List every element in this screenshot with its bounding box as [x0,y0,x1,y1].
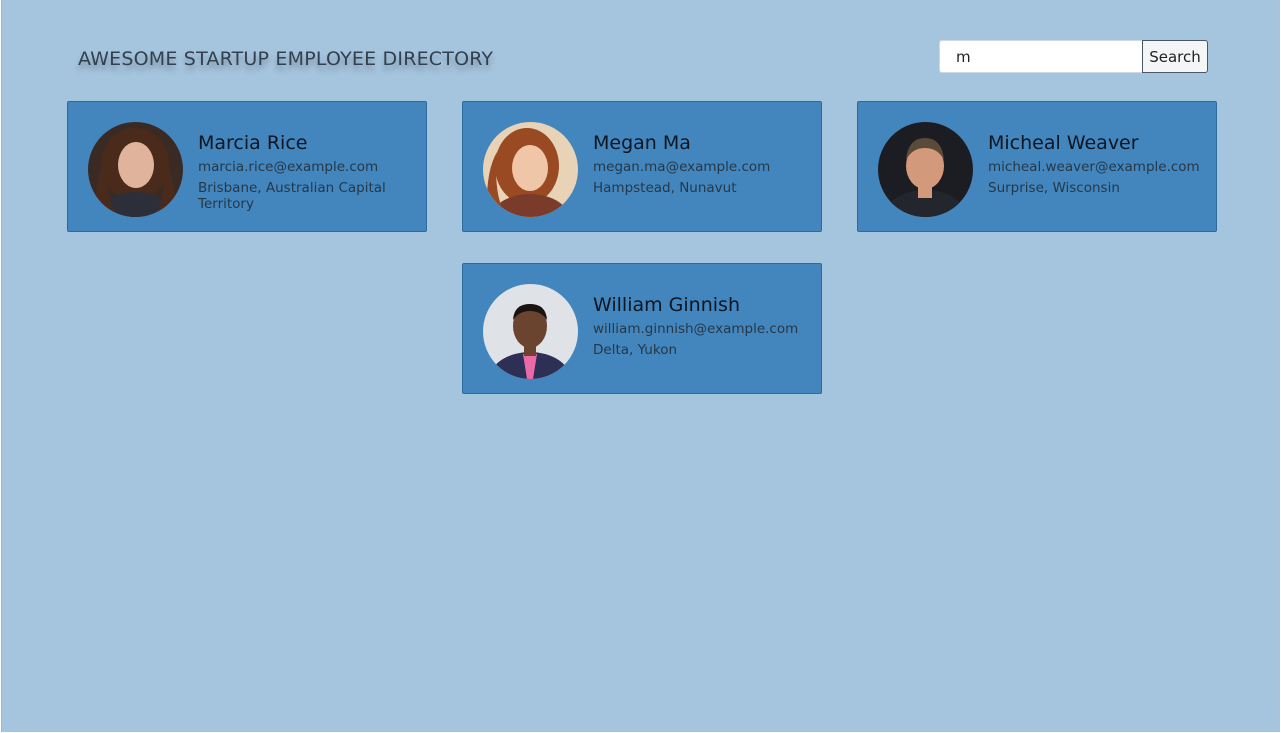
employee-info: William Ginnish william.ginnish@example.… [593,293,818,358]
employee-card[interactable]: Micheal Weaver micheal.weaver@example.co… [857,101,1217,232]
employee-avatar [88,122,183,217]
employee-location: Surprise, Wisconsin [988,180,1120,196]
employee-name: Marcia Rice [198,132,308,154]
employee-card[interactable]: Marcia Rice marcia.rice@example.com Bris… [67,101,427,232]
employee-name: William Ginnish [593,294,740,316]
employee-email: micheal.weaver@example.com [988,159,1200,175]
employee-email: william.ginnish@example.com [593,321,799,337]
page-title: AWESOME STARTUP EMPLOYEE DIRECTORY [78,48,494,70]
employee-card[interactable]: William Ginnish william.ginnish@example.… [462,263,822,394]
employee-name: Micheal Weaver [988,132,1139,154]
employee-info: Marcia Rice marcia.rice@example.com Bris… [198,131,423,212]
employee-avatar [483,284,578,379]
employee-email: marcia.rice@example.com [198,159,379,175]
employee-name: Megan Ma [593,132,691,154]
search-form: Search [939,40,1208,73]
page-background: AWESOME STARTUP EMPLOYEE DIRECTORY Searc… [1,0,1280,732]
employee-location: Delta, Yukon [593,342,678,358]
employee-info: Micheal Weaver micheal.weaver@example.co… [988,131,1213,196]
employee-email: megan.ma@example.com [593,159,771,175]
employee-card[interactable]: Megan Ma megan.ma@example.com Hampstead,… [462,101,822,232]
employee-location: Hampstead, Nunavut [593,180,737,196]
employee-info: Megan Ma megan.ma@example.com Hampstead,… [593,131,818,196]
employee-avatar [483,122,578,217]
employee-location: Brisbane, Australian Capital Territory [198,180,386,212]
search-input[interactable] [939,40,1142,73]
employee-avatar [878,122,973,217]
search-button[interactable]: Search [1142,40,1208,73]
